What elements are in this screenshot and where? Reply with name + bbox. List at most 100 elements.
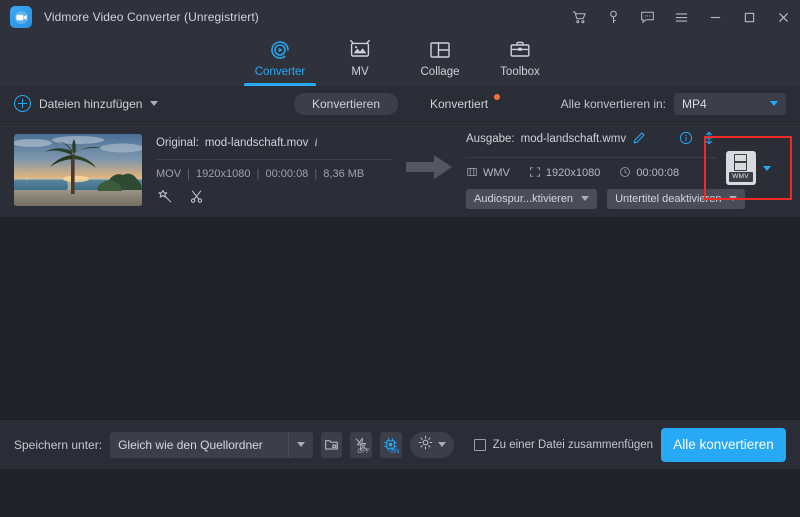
maximize-icon[interactable]: [732, 0, 766, 34]
settings-gear-icon: [418, 435, 433, 455]
segment-konvertieren[interactable]: Konvertieren: [293, 92, 399, 115]
cart-icon[interactable]: [562, 0, 596, 34]
source-size: 8,36 MB: [323, 168, 365, 180]
chevron-down-icon[interactable]: [150, 101, 159, 106]
audio-track-label: Audiospur...ktivieren: [474, 192, 574, 205]
window-controls: [562, 0, 800, 34]
conversion-arrow-icon: [406, 154, 452, 185]
film-strip-icon: [466, 166, 478, 181]
convert-all-button-label: Alle konvertieren: [673, 437, 774, 452]
tab-converter[interactable]: Converter: [240, 34, 320, 86]
close-icon[interactable]: [766, 0, 800, 34]
tab-converter-label: Converter: [254, 66, 306, 78]
feedback-icon[interactable]: [630, 0, 664, 34]
source-meta: MOV | 1920x1080 | 00:00:08 | 8,36 MB: [156, 168, 392, 180]
save-to-label: Speichern unter:: [14, 437, 103, 452]
format-dropdown-caret-icon[interactable]: [762, 165, 771, 171]
resize-frame-icon: [529, 166, 541, 181]
app-window: Vidmore Video Converter (Unregistriert): [0, 0, 800, 517]
source-title-row: Original: mod-landschaft.mov i: [156, 135, 392, 150]
convert-all-to-group: Alle konvertieren in: MP4: [560, 92, 786, 115]
checkbox-box: [473, 438, 486, 451]
menu-icon[interactable]: [664, 0, 698, 34]
chevron-down-icon: [296, 442, 305, 447]
segment-konvertieren-label: Konvertieren: [311, 96, 381, 111]
file-row: Original: mod-landschaft.mov i MOV | 192…: [0, 122, 800, 218]
output-duration-group: 00:00:08: [619, 166, 679, 181]
output-track-selectors: Audiospur...ktivieren Untertitel deaktiv…: [466, 188, 746, 209]
segment-konvertiert[interactable]: Konvertiert: [412, 93, 506, 115]
toolbox-icon: [508, 37, 532, 63]
tab-mv[interactable]: MV: [320, 34, 400, 86]
output-title-prefix: Ausgabe:: [466, 133, 515, 145]
output-format-group: WMV: [466, 166, 510, 181]
cut-scissors-icon[interactable]: [189, 189, 204, 204]
settings-gear-button[interactable]: [409, 431, 454, 458]
meta-separator: |: [187, 168, 190, 180]
select-divider: [287, 431, 289, 458]
audio-track-select[interactable]: Audiospur...ktivieren: [466, 188, 598, 209]
pencil-edit-icon[interactable]: [632, 131, 646, 148]
save-to-value: Gleich wie den Quellordner: [118, 437, 263, 452]
title-bar: Vidmore Video Converter (Unregistriert): [0, 0, 800, 34]
fast-conversion-off-icon[interactable]: OFF: [350, 431, 372, 458]
key-icon[interactable]: [596, 0, 630, 34]
merge-into-one-file-checkbox[interactable]: Zu einer Datei zusammenfügen: [473, 438, 654, 451]
add-files-button[interactable]: Dateien hinzufügen: [14, 95, 159, 112]
source-duration: 00:00:08: [265, 168, 309, 180]
divider: [466, 156, 716, 158]
output-info: Ausgabe: mod-landschaft.wmv WMV 1920x108…: [466, 131, 746, 209]
tab-collage[interactable]: Collage: [400, 34, 480, 86]
fast-conversion-state-label: OFF: [357, 448, 370, 455]
tab-mv-label: MV: [351, 66, 369, 78]
tab-toolbox-label: Toolbox: [500, 66, 540, 78]
tab-toolbox[interactable]: Toolbox: [480, 34, 560, 86]
minimize-icon[interactable]: [698, 0, 732, 34]
mv-icon: [348, 37, 372, 63]
add-files-label: Dateien hinzufügen: [39, 96, 143, 111]
format-button-badge: WMV: [728, 172, 753, 182]
output-meta: WMV 1920x1080 00:00:08: [466, 166, 716, 181]
output-filename: mod-landschaft.wmv: [520, 133, 627, 145]
collage-icon: [428, 37, 452, 63]
divider: [156, 159, 392, 160]
plus-circle-icon: [14, 95, 31, 112]
meta-separator: |: [314, 168, 318, 180]
info-circle-icon[interactable]: [679, 131, 693, 148]
app-title: Vidmore Video Converter (Unregistriert): [44, 10, 259, 24]
output-duration: 00:00:08: [636, 167, 680, 179]
source-actions: [156, 189, 392, 204]
app-logo-icon: [10, 6, 32, 28]
source-info-icon[interactable]: i: [314, 135, 317, 150]
merge-checkbox-label: Zu einer Datei zusammenfügen: [492, 438, 654, 451]
chevron-down-icon: [581, 196, 590, 201]
bottom-bar: Speichern unter: Gleich wie den Quellord…: [0, 419, 800, 469]
chevron-down-icon: [770, 101, 778, 106]
format-film-icon: [734, 154, 747, 171]
output-format-button[interactable]: WMV: [725, 151, 756, 185]
file-list-area: Original: mod-landschaft.mov i MOV | 192…: [0, 122, 800, 469]
open-folder-icon[interactable]: [320, 431, 343, 458]
output-resolution-group: 1920x1080: [529, 166, 600, 181]
output-title-row: Ausgabe: mod-landschaft.wmv: [466, 131, 716, 148]
source-resolution: 1920x1080: [196, 168, 251, 180]
convert-all-to-select[interactable]: MP4: [674, 92, 786, 115]
source-filename: mod-landschaft.mov: [204, 136, 309, 149]
action-toolbar: Dateien hinzufügen Konvertieren Konverti…: [0, 86, 800, 122]
converter-icon: [268, 37, 292, 63]
edit-magic-wand-icon[interactable]: [158, 189, 173, 204]
new-items-badge: [494, 93, 501, 100]
save-to-select[interactable]: Gleich wie den Quellordner: [110, 431, 313, 458]
main-tabs: Converter MV Collage Toolbox: [0, 34, 800, 86]
convert-all-button[interactable]: Alle konvertieren: [661, 427, 786, 462]
output-resolution: 1920x1080: [545, 167, 601, 179]
source-info: Original: mod-landschaft.mov i MOV | 192…: [156, 135, 392, 204]
meta-separator: |: [256, 168, 260, 180]
clock-icon: [619, 166, 631, 181]
gpu-acceleration-on-icon[interactable]: ON: [379, 431, 402, 458]
convert-all-to-value: MP4: [682, 96, 707, 111]
source-title-prefix: Original:: [156, 136, 199, 149]
video-thumbnail[interactable]: [14, 133, 142, 206]
segment-konvertiert-label: Konvertiert: [430, 96, 489, 111]
convert-all-to-label: Alle konvertieren in:: [560, 96, 666, 111]
